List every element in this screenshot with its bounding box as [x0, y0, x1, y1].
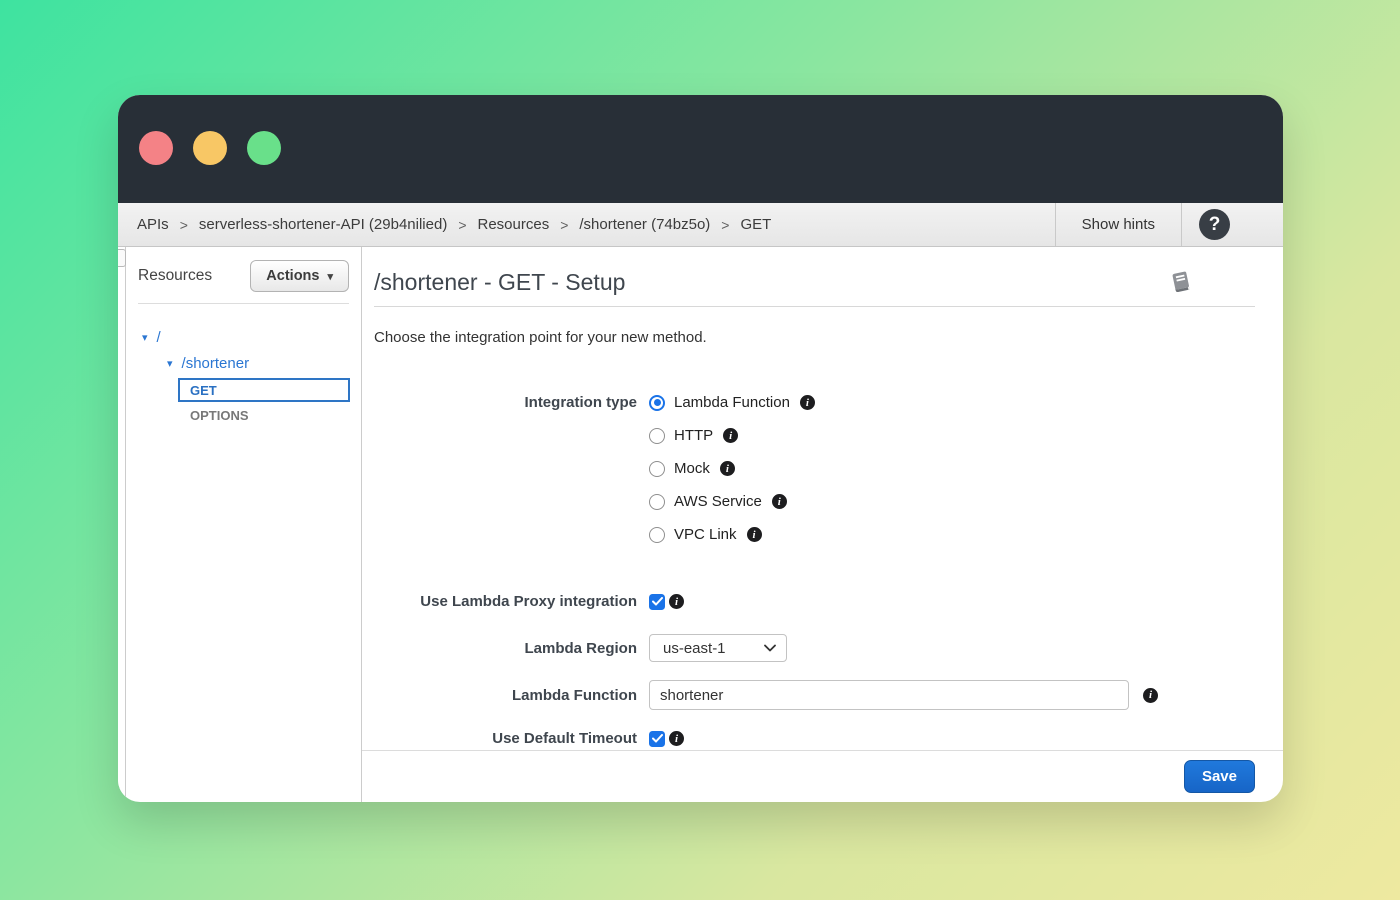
tree-row-root: ▾ /: [126, 324, 361, 350]
integration-type-options: Lambda Function i HTTP i Mock i: [649, 392, 815, 557]
tree-link-root[interactable]: /: [157, 329, 161, 346]
window-titlebar: [118, 95, 1283, 203]
breadcrumb-separator: >: [458, 217, 466, 233]
radio-label[interactable]: Lambda Function: [674, 394, 790, 411]
lambda-region-value: us-east-1: [663, 640, 764, 657]
setup-description: Choose the integration point for your ne…: [374, 329, 1255, 346]
chevron-down-icon: [764, 644, 776, 652]
default-timeout-label: Use Default Timeout: [374, 728, 637, 749]
breadcrumb-apis[interactable]: APIs: [137, 216, 169, 233]
default-timeout-checkbox[interactable]: [649, 731, 665, 747]
setup-form: Integration type Lambda Function i HTTP …: [374, 392, 1255, 749]
lambda-function-input[interactable]: [649, 680, 1129, 710]
caret-down-icon: ▾: [327, 270, 333, 283]
lambda-region-select[interactable]: us-east-1: [649, 634, 787, 662]
integration-type-label: Integration type: [374, 392, 637, 413]
info-icon[interactable]: i: [800, 395, 815, 410]
tree-link-shortener[interactable]: /shortener: [182, 355, 250, 372]
panel-collapse-handle[interactable]: [118, 249, 126, 267]
tree-method-get[interactable]: GET: [178, 378, 350, 402]
minimize-window-button[interactable]: [193, 131, 227, 165]
breadcrumb-resource-path[interactable]: /shortener (74bz5o): [579, 216, 710, 233]
setup-panel: /shortener - GET - Setup Choose the in: [362, 247, 1283, 802]
proxy-integration-checkbox[interactable]: [649, 594, 665, 610]
lambda-region-label: Lambda Region: [374, 638, 637, 659]
resources-sidebar: Resources Actions ▾ ▾ / ▾ /shortener GET: [126, 247, 362, 802]
radio-option-mock[interactable]: Mock i: [649, 458, 815, 479]
zoom-window-button[interactable]: [247, 131, 281, 165]
radio-icon[interactable]: [649, 461, 665, 477]
info-icon[interactable]: i: [669, 731, 684, 746]
actions-button-label: Actions: [266, 268, 319, 284]
breadcrumb-separator: >: [560, 217, 568, 233]
sidebar-title: Resources: [138, 267, 212, 285]
proxy-integration-label: Use Lambda Proxy integration: [374, 591, 637, 612]
close-window-button[interactable]: [139, 131, 173, 165]
breadcrumb-separator: >: [180, 217, 188, 233]
title-divider: [374, 306, 1255, 307]
radio-option-vpc-link[interactable]: VPC Link i: [649, 524, 815, 545]
app-window: APIs > serverless-shortener-API (29b4nil…: [118, 95, 1283, 802]
radio-icon[interactable]: [649, 395, 665, 411]
page-title: /shortener - GET - Setup: [374, 267, 625, 297]
info-icon[interactable]: i: [772, 494, 787, 509]
radio-icon[interactable]: [649, 494, 665, 510]
title-row: /shortener - GET - Setup: [374, 267, 1255, 300]
radio-option-http[interactable]: HTTP i: [649, 425, 815, 446]
info-icon[interactable]: i: [1143, 688, 1158, 703]
radio-option-lambda-function[interactable]: Lambda Function i: [649, 392, 815, 413]
sidebar-divider: [138, 303, 349, 304]
lambda-function-row: Lambda Function i: [374, 680, 1255, 710]
radio-label[interactable]: VPC Link: [674, 526, 737, 543]
documentation-book-icon[interactable]: [1167, 269, 1193, 300]
help-icon[interactable]: ?: [1199, 209, 1230, 240]
default-timeout-row: Use Default Timeout i: [374, 728, 1255, 749]
radio-icon[interactable]: [649, 428, 665, 444]
radio-icon[interactable]: [649, 527, 665, 543]
tree-expand-icon[interactable]: ▾: [142, 331, 148, 344]
app-body: Resources Actions ▾ ▾ / ▾ /shortener GET: [118, 247, 1283, 802]
show-hints-label: Show hints: [1082, 216, 1155, 233]
integration-type-row: Integration type Lambda Function i HTTP …: [374, 392, 1255, 557]
sidebar-header: Resources Actions ▾: [126, 259, 361, 293]
tree-row-shortener: ▾ /shortener: [126, 350, 361, 376]
breadcrumb-separator: >: [721, 217, 729, 233]
info-icon[interactable]: i: [723, 428, 738, 443]
lambda-region-row: Lambda Region us-east-1: [374, 634, 1255, 662]
tree-method-options[interactable]: OPTIONS: [190, 408, 361, 423]
radio-option-aws-service[interactable]: AWS Service i: [649, 491, 815, 512]
actions-button[interactable]: Actions ▾: [250, 260, 349, 292]
tree-method-get-label: GET: [190, 383, 217, 398]
radio-label[interactable]: HTTP: [674, 427, 713, 444]
breadcrumb-resources[interactable]: Resources: [478, 216, 550, 233]
breadcrumb-bar: APIs > serverless-shortener-API (29b4nil…: [118, 203, 1283, 247]
help-cell: ?: [1181, 203, 1283, 246]
breadcrumb-method: GET: [740, 216, 771, 233]
resource-tree: ▾ / ▾ /shortener GET OPTIONS: [126, 324, 361, 423]
breadcrumb: APIs > serverless-shortener-API (29b4nil…: [118, 203, 1055, 246]
show-hints-button[interactable]: Show hints: [1055, 203, 1181, 246]
info-icon[interactable]: i: [747, 527, 762, 542]
save-button[interactable]: Save: [1184, 760, 1255, 793]
lambda-function-label: Lambda Function: [374, 685, 637, 706]
info-icon[interactable]: i: [669, 594, 684, 609]
info-icon[interactable]: i: [720, 461, 735, 476]
radio-label[interactable]: AWS Service: [674, 493, 762, 510]
breadcrumb-api-name[interactable]: serverless-shortener-API (29b4nilied): [199, 216, 447, 233]
left-nav-gutter: [118, 247, 126, 802]
radio-label[interactable]: Mock: [674, 460, 710, 477]
tree-expand-icon[interactable]: ▾: [167, 357, 173, 370]
proxy-integration-row: Use Lambda Proxy integration i: [374, 591, 1255, 612]
form-footer: Save: [362, 750, 1283, 802]
